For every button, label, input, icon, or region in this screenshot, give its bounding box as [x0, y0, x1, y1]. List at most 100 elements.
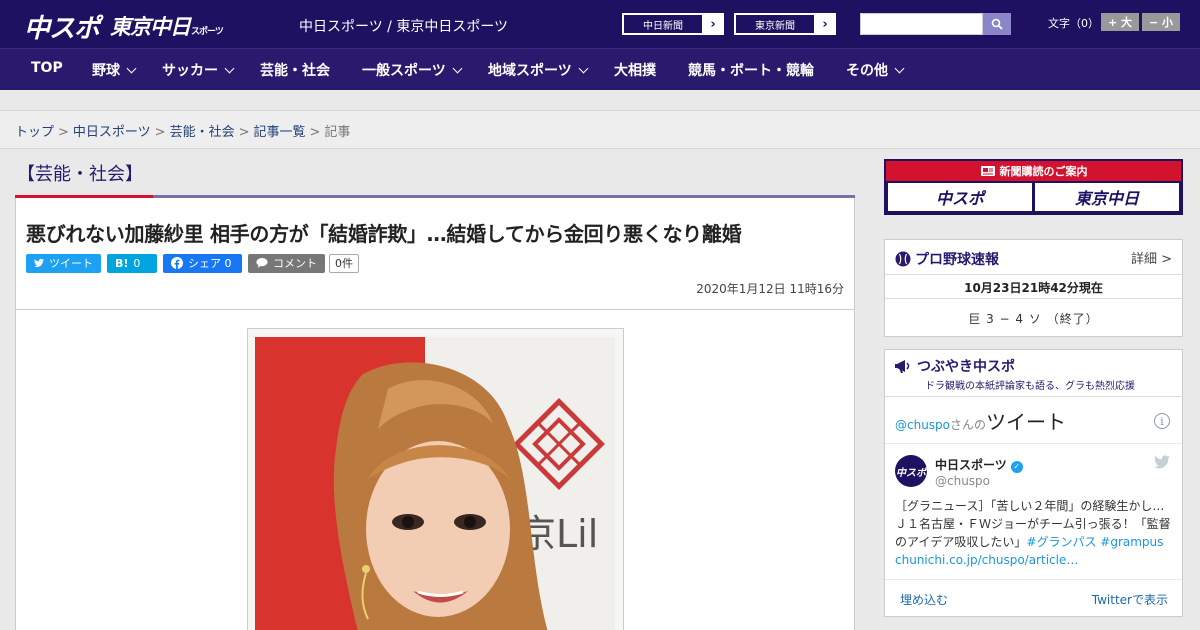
breadcrumb-entertainment[interactable]: 芸能・社会: [170, 125, 235, 140]
timeline-footer: 埋め込む Twitterで表示: [885, 579, 1182, 617]
twitter-bird-icon[interactable]: [1154, 455, 1170, 469]
font-larger-button[interactable]: + 大: [1101, 13, 1139, 31]
baseball-details-link[interactable]: 詳細 >: [1131, 248, 1172, 267]
tweet-user-handle[interactable]: @chuspo: [935, 474, 990, 488]
facebook-share-button[interactable]: シェア 0: [163, 253, 242, 273]
baseball-icon: [895, 251, 911, 267]
megaphone-icon: [895, 360, 910, 373]
breadcrumb-separator: >: [154, 125, 166, 140]
breadcrumb-separator: >: [309, 125, 321, 140]
tweets-widget-subtitle: ドラ観戦の本紙評論家も語る、グラも熱烈応援: [925, 381, 1135, 392]
search-icon: [991, 18, 1003, 30]
nav-label: その他: [846, 63, 888, 79]
timeline-handle[interactable]: @chuspo: [895, 418, 950, 432]
breadcrumb-current: 記事: [324, 125, 351, 140]
nav-item-entertainment[interactable]: 芸能・社会: [260, 60, 330, 80]
tweets-widget: つぶやき中スポ ドラ観戦の本紙評論家も語る、グラも熱烈応援 @chuspoさんの…: [884, 349, 1183, 617]
tokyo-shimbun-label: 東京新聞: [735, 14, 815, 34]
site-title: 中日スポーツ / 東京中日スポーツ: [299, 19, 509, 35]
main-nav: TOP 野球 サッカー 芸能・社会 一般スポーツ 地域スポーツ 大相撲 競馬・ボ…: [0, 48, 1200, 90]
search-button[interactable]: [983, 13, 1011, 35]
tweet-link[interactable]: chunichi.co.jp/chuspo/article…: [895, 553, 1078, 567]
nav-label: 地域スポーツ: [488, 63, 572, 79]
nav-label: 競馬・ボート・競輪: [688, 63, 814, 79]
subscribe-chuspo[interactable]: 中スポ: [888, 183, 1032, 211]
avatar[interactable]: 中スポ: [895, 455, 927, 487]
chevron-down-icon: [578, 63, 589, 74]
share-buttons: ツイート B! 0 シェア 0 コメント 0件: [26, 253, 359, 273]
breadcrumb-top[interactable]: トップ: [15, 125, 54, 140]
nav-item-sumo[interactable]: 大相撲: [614, 60, 656, 80]
chunichi-shimbun-link[interactable]: 中日新聞 ›: [622, 13, 724, 35]
breadcrumb-separator: >: [238, 125, 250, 140]
tweet-user-name-text: 中日スポーツ: [935, 458, 1007, 472]
tweet-hashtags[interactable]: #グランパス #grampus: [1026, 535, 1163, 549]
timeline-san: さんの: [950, 418, 987, 432]
breadcrumb-chunichi-sports[interactable]: 中日スポーツ: [73, 125, 151, 140]
tokyo-chunichi-logo[interactable]: 東京中日スポーツ: [110, 11, 224, 41]
nav-item-racing[interactable]: 競馬・ボート・競輪: [688, 60, 814, 80]
twitter-icon: [34, 258, 44, 267]
article-title: 悪びれない加藤紗里 相手の方が「結婚詐欺」…結婚してから金回り悪くなり離婚: [26, 222, 742, 246]
chunichi-shimbun-label: 中日新聞: [623, 14, 703, 34]
article-date: 2020年1月12日 11時16分: [696, 282, 844, 296]
twitter-timeline: @chuspoさんのツイート i 中スポ 中日スポーツ ✓ @chuspo ［グラ…: [885, 396, 1182, 616]
tweet-user-name[interactable]: 中日スポーツ ✓: [935, 456, 1023, 473]
category-heading: 【芸能・社会】: [17, 164, 143, 185]
embed-link[interactable]: 埋め込む: [900, 591, 948, 608]
timeline-title: @chuspoさんのツイート: [895, 406, 1066, 435]
subscription-banner[interactable]: 新聞購読のご案内 中スポ 東京中日: [884, 159, 1183, 215]
baseball-update-time: 10月23日21時42分現在: [885, 275, 1182, 299]
subscribe-tokyo-chunichi[interactable]: 東京中日: [1035, 183, 1179, 211]
nav-label: 芸能・社会: [260, 63, 330, 79]
nav-item-baseball[interactable]: 野球: [92, 60, 137, 80]
comment-icon: [256, 258, 268, 268]
chevron-right-icon: ›: [815, 14, 835, 34]
subscription-options: 中スポ 東京中日: [886, 181, 1181, 213]
chevron-right-icon: ›: [703, 14, 723, 34]
nav-label: 一般スポーツ: [362, 63, 446, 79]
timeline-word: ツイート: [986, 410, 1067, 434]
nav-item-general-sports[interactable]: 一般スポーツ: [362, 60, 463, 80]
tokyo-shimbun-link[interactable]: 東京新聞 ›: [734, 13, 836, 35]
chuspo-logo[interactable]: 中スポ: [24, 8, 100, 45]
comment-count: 0件: [329, 253, 359, 273]
hatena-button[interactable]: B! 0: [107, 253, 157, 273]
chevron-down-icon: [224, 63, 235, 74]
nav-label: サッカー: [162, 63, 218, 79]
baseball-title-text: プロ野球速報: [915, 252, 999, 268]
baseball-scores-widget: プロ野球速報 詳細 > 10月23日21時42分現在 巨 3 − 4 ソ （終了…: [884, 239, 1183, 337]
tweet-label: ツイート: [49, 257, 93, 270]
baseball-score[interactable]: 巨 3 − 4 ソ （終了）: [885, 299, 1182, 327]
view-on-twitter-link[interactable]: Twitterで表示: [1092, 591, 1168, 608]
article-photo-section: 京Lil: [15, 309, 855, 630]
article-header: 悪びれない加藤紗里 相手の方が「結婚詐欺」…結婚してから金回り悪くなり離婚 ツイ…: [15, 198, 855, 310]
comment-label: コメント: [273, 257, 317, 270]
subscription-label: 新聞購読のご案内: [999, 165, 1088, 178]
search-input[interactable]: [860, 13, 983, 35]
font-size-label: 文字（0）: [1048, 17, 1099, 30]
facebook-count: 0: [224, 256, 232, 270]
newspaper-icon: [980, 166, 995, 176]
hatena-count: 0: [133, 256, 141, 270]
subscription-banner-header: 新聞購読のご案内: [886, 161, 1181, 181]
baseball-widget-title: プロ野球速報: [895, 249, 999, 269]
chevron-down-icon: [894, 63, 905, 74]
font-smaller-button[interactable]: − 小: [1142, 13, 1180, 31]
facebook-icon: [171, 257, 183, 269]
nav-item-other[interactable]: その他: [846, 60, 905, 80]
article-photo[interactable]: 京Lil: [247, 328, 624, 630]
tweet-button[interactable]: ツイート: [26, 253, 101, 273]
photo-illustration: 京Lil: [248, 329, 623, 630]
breadcrumb-bar: トップ > 中日スポーツ > 芸能・社会 > 記事一覧 > 記事: [0, 110, 1200, 149]
breadcrumb-article-list[interactable]: 記事一覧: [254, 125, 306, 140]
nav-item-top[interactable]: TOP: [31, 60, 63, 76]
nav-item-local-sports[interactable]: 地域スポーツ: [488, 60, 589, 80]
tokyo-logo-text: 東京中日: [110, 15, 191, 39]
info-icon[interactable]: i: [1154, 413, 1170, 429]
timeline-divider: [885, 443, 1182, 444]
nav-item-soccer[interactable]: サッカー: [162, 60, 235, 80]
facebook-label: シェア: [188, 257, 221, 270]
breadcrumb-separator: >: [58, 125, 69, 140]
comment-button[interactable]: コメント: [248, 253, 325, 273]
